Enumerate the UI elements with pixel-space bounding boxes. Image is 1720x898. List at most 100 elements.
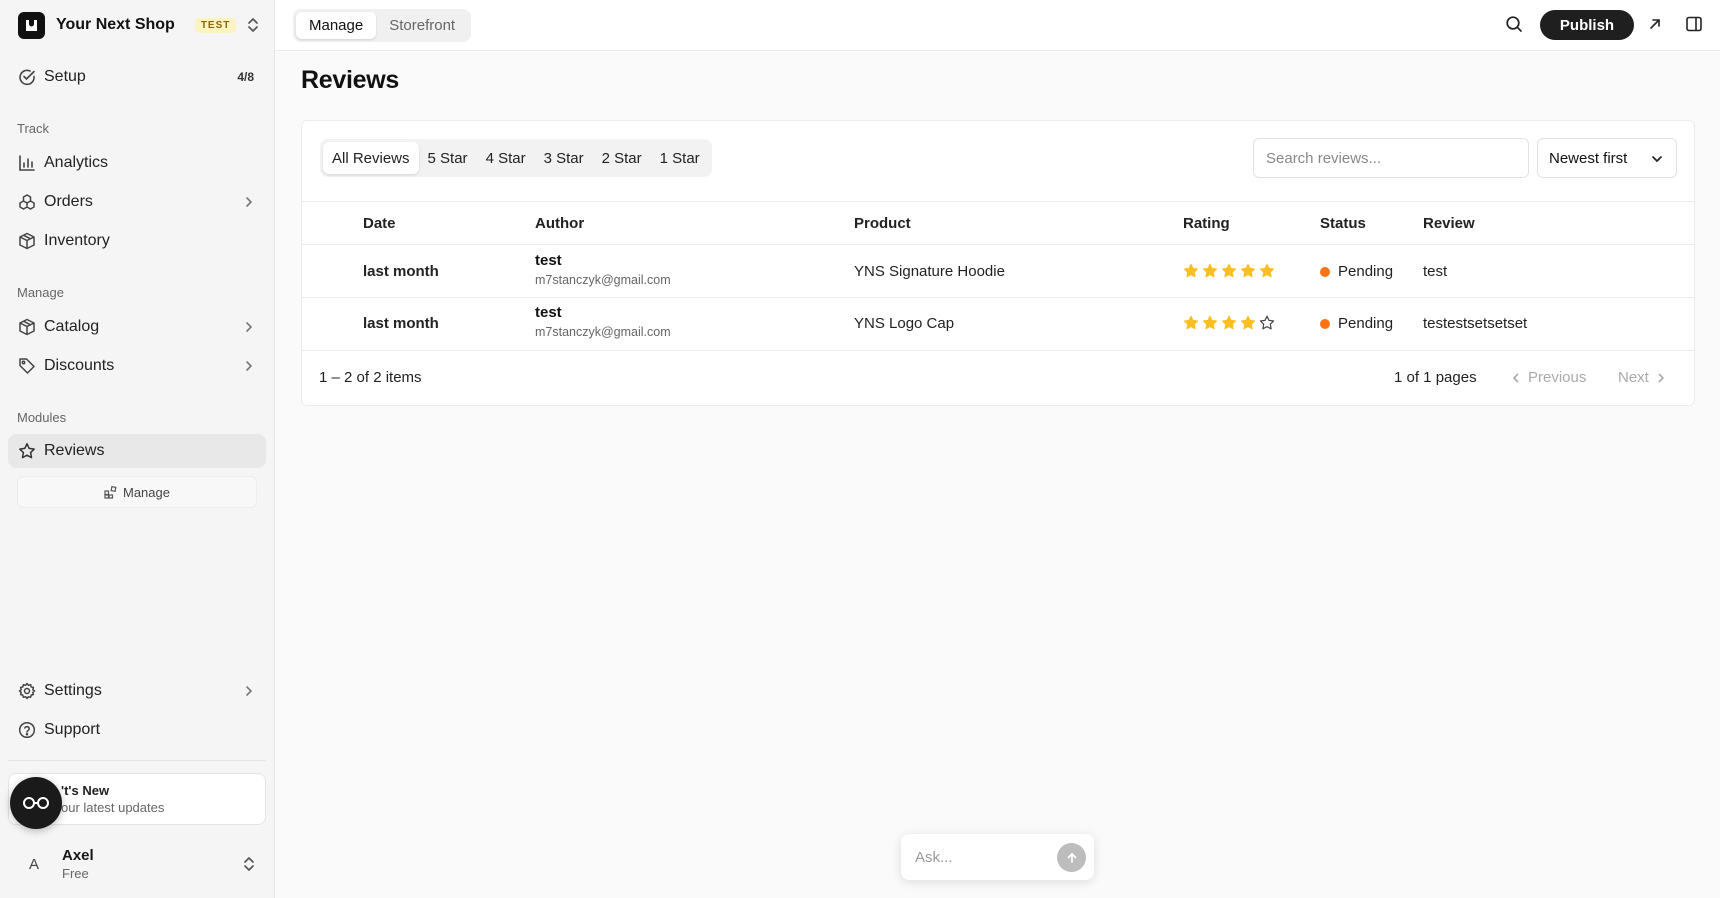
sidebar-item-inventory[interactable]: Inventory	[8, 224, 266, 258]
sidebar-item-label: Reviews	[44, 442, 105, 459]
sidebar-item-label: Setup	[44, 68, 86, 85]
tab-5-star[interactable]: 5 Star	[419, 142, 477, 174]
publish-button[interactable]: Publish	[1540, 10, 1634, 40]
sidebar-item-analytics[interactable]: Analytics	[8, 146, 266, 180]
reviews-manage-button[interactable]: Manage	[17, 476, 257, 508]
sidebar-item-setup[interactable]: Setup 4/8	[8, 60, 266, 94]
status-badge: Pending	[1320, 263, 1393, 280]
blocks-icon	[104, 485, 117, 499]
tab-4-star[interactable]: 4 Star	[477, 142, 535, 174]
whats-new-subtitle: our latest updates	[61, 800, 165, 815]
ask-input[interactable]: Ask...	[901, 834, 1094, 880]
chevron-down-icon	[1650, 152, 1664, 166]
panel-toggle-icon[interactable]	[1685, 15, 1703, 33]
author-name: test	[535, 252, 562, 269]
sidebar-item-support[interactable]: Support	[8, 713, 266, 747]
table-row[interactable]: last month test m7stanczyk@gmail.com YNS…	[302, 298, 1694, 351]
star-filled-icon	[1240, 263, 1256, 278]
sidebar-item-orders[interactable]: Orders	[8, 185, 266, 219]
table-row[interactable]: last month test m7stanczyk@gmail.com YNS…	[302, 245, 1694, 298]
assistant-toggle-button[interactable]	[10, 777, 62, 829]
status-label: Pending	[1338, 315, 1394, 332]
rating-stars	[1183, 263, 1275, 279]
sidebar-item-discounts[interactable]: Discounts	[8, 349, 266, 383]
star-filled-icon	[1240, 315, 1256, 330]
section-modules: Modules	[17, 410, 67, 425]
sidebar-item-settings[interactable]: Settings	[8, 674, 266, 708]
sidebar-item-label: Discounts	[44, 357, 115, 374]
pagination-pages: 1 of 1 pages	[1394, 369, 1477, 386]
tab-storefront[interactable]: Storefront	[376, 12, 468, 39]
section-track: Track	[17, 121, 50, 136]
tag-icon	[18, 357, 36, 375]
pagination-summary: 1 – 2 of 2 items	[319, 369, 422, 386]
chevron-right-icon	[242, 359, 256, 373]
column-header-review[interactable]: Review	[1423, 215, 1475, 232]
avatar: A	[28, 855, 39, 873]
shop-name: Your Next Shop	[56, 16, 175, 33]
tab-3-star[interactable]: 3 Star	[535, 142, 593, 174]
user-plan: Free	[62, 866, 89, 881]
review-date: last month	[363, 315, 439, 332]
top-bar: Manage Storefront Publish	[275, 0, 1720, 51]
setup-progress-count: 4/8	[237, 70, 254, 84]
column-header-product[interactable]: Product	[854, 215, 911, 232]
glasses-icon	[22, 795, 50, 811]
tab-all-reviews[interactable]: All Reviews	[323, 142, 419, 174]
sort-select[interactable]: Newest first	[1537, 138, 1677, 178]
review-product: YNS Signature Hoodie	[854, 263, 1005, 280]
table-header: Date Author Product Rating Status Review	[302, 201, 1694, 245]
package-icon	[18, 232, 36, 250]
column-header-status[interactable]: Status	[1320, 215, 1366, 232]
section-manage: Manage	[17, 285, 64, 300]
reviews-card: All Reviews 5 Star 4 Star 3 Star 2 Star …	[301, 120, 1695, 406]
tab-1-star[interactable]: 1 Star	[651, 142, 709, 174]
star-filled-icon	[1202, 263, 1218, 278]
whats-new-title: 't's New	[61, 783, 110, 798]
tab-2-star[interactable]: 2 Star	[593, 142, 651, 174]
gear-icon	[18, 682, 36, 700]
column-header-author[interactable]: Author	[535, 215, 584, 232]
status-dot	[1320, 318, 1330, 329]
tab-manage[interactable]: Manage	[296, 12, 377, 39]
star-empty-icon	[1259, 315, 1275, 330]
star-icon	[18, 442, 36, 460]
star-filled-icon	[1221, 315, 1237, 330]
chevron-up-down-icon[interactable]	[246, 17, 260, 33]
sidebar: Your Next Shop TEST Setup 4/8 Track Anal…	[0, 0, 275, 898]
previous-page-button[interactable]: Previous	[1510, 369, 1586, 386]
user-menu[interactable]: A Axel Free	[8, 842, 266, 886]
rating-filter-tabs: All Reviews 5 Star 4 Star 3 Star 2 Star …	[320, 139, 712, 177]
send-button[interactable]	[1057, 843, 1086, 872]
chevron-up-down-icon	[242, 856, 256, 872]
review-author: test m7stanczyk@gmail.com	[535, 252, 671, 287]
shop-switcher[interactable]: Your Next Shop TEST	[18, 11, 268, 39]
sidebar-item-catalog[interactable]: Catalog	[8, 310, 266, 344]
author-name: test	[535, 304, 562, 321]
column-header-date[interactable]: Date	[363, 215, 396, 232]
chevron-right-icon	[1655, 372, 1667, 384]
search-icon[interactable]	[1505, 15, 1523, 33]
chevron-right-icon	[242, 195, 256, 209]
review-text: testestsetsetset	[1423, 315, 1528, 332]
rating-stars	[1183, 315, 1275, 331]
star-filled-icon	[1183, 263, 1199, 278]
review-author: test m7stanczyk@gmail.com	[535, 304, 671, 339]
next-label: Next	[1618, 369, 1649, 386]
help-circle-icon	[18, 721, 36, 739]
mode-switch: Manage Storefront	[293, 9, 472, 42]
next-page-button[interactable]: Next	[1618, 369, 1667, 386]
search-input[interactable]	[1253, 138, 1529, 178]
test-badge: TEST	[194, 17, 237, 33]
sidebar-item-label: Inventory	[44, 232, 110, 249]
previous-label: Previous	[1528, 369, 1587, 386]
ask-placeholder: Ask...	[915, 848, 953, 866]
external-link-icon[interactable]	[1648, 17, 1662, 31]
bar-chart-icon	[18, 154, 36, 172]
sidebar-item-reviews[interactable]: Reviews	[8, 434, 266, 468]
user-name: Axel	[62, 847, 94, 864]
manage-label: Manage	[123, 484, 170, 500]
chevron-right-icon	[242, 320, 256, 334]
column-header-rating[interactable]: Rating	[1183, 215, 1230, 232]
check-circle-icon	[18, 68, 36, 86]
